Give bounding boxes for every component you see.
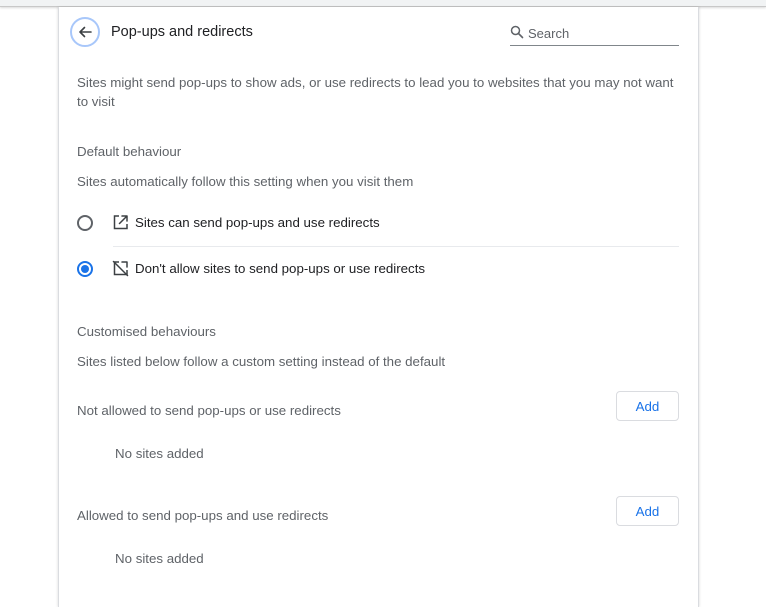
settings-card: Pop-ups and redirects Sites might send p… (58, 7, 699, 607)
open-in-new-icon (113, 215, 128, 230)
allowed-empty-message: No sites added (115, 551, 204, 566)
radio-option-block[interactable]: Don't allow sites to send pop-ups or use… (77, 249, 679, 289)
block-popup-icon (112, 260, 129, 277)
allowed-list-header: Allowed to send pop-ups and use redirect… (77, 508, 329, 523)
default-behaviour-heading: Default behaviour (77, 144, 182, 159)
radio-label-allow: Sites can send pop-ups and use redirects (135, 215, 380, 230)
arrow-left-icon (79, 26, 92, 38)
not-allowed-empty-message: No sites added (115, 446, 204, 461)
radio-label-block: Don't allow sites to send pop-ups or use… (135, 261, 426, 276)
back-button[interactable] (70, 17, 100, 47)
page-title: Pop-ups and redirects (111, 24, 253, 40)
add-not-allowed-site-button[interactable]: Add (616, 391, 679, 421)
not-allowed-list-header: Not allowed to send pop-ups or use redir… (77, 403, 341, 418)
search-box[interactable] (510, 23, 679, 46)
default-behaviour-subtitle: Sites automatically follow this setting … (77, 174, 414, 189)
add-allowed-site-button[interactable]: Add (616, 496, 679, 526)
page-description: Sites might send pop-ups to show ads, or… (77, 75, 674, 109)
search-input[interactable] (528, 23, 676, 43)
radio-button-block[interactable] (77, 261, 93, 277)
radio-option-allow[interactable]: Sites can send pop-ups and use redirects (77, 203, 679, 243)
search-icon (510, 25, 524, 39)
customised-behaviours-subtitle: Sites listed below follow a custom setti… (77, 354, 446, 369)
option-divider (113, 246, 679, 247)
browser-top-edge (0, 0, 766, 7)
radio-button-allow[interactable] (77, 215, 93, 231)
customised-behaviours-heading: Customised behaviours (77, 324, 216, 339)
